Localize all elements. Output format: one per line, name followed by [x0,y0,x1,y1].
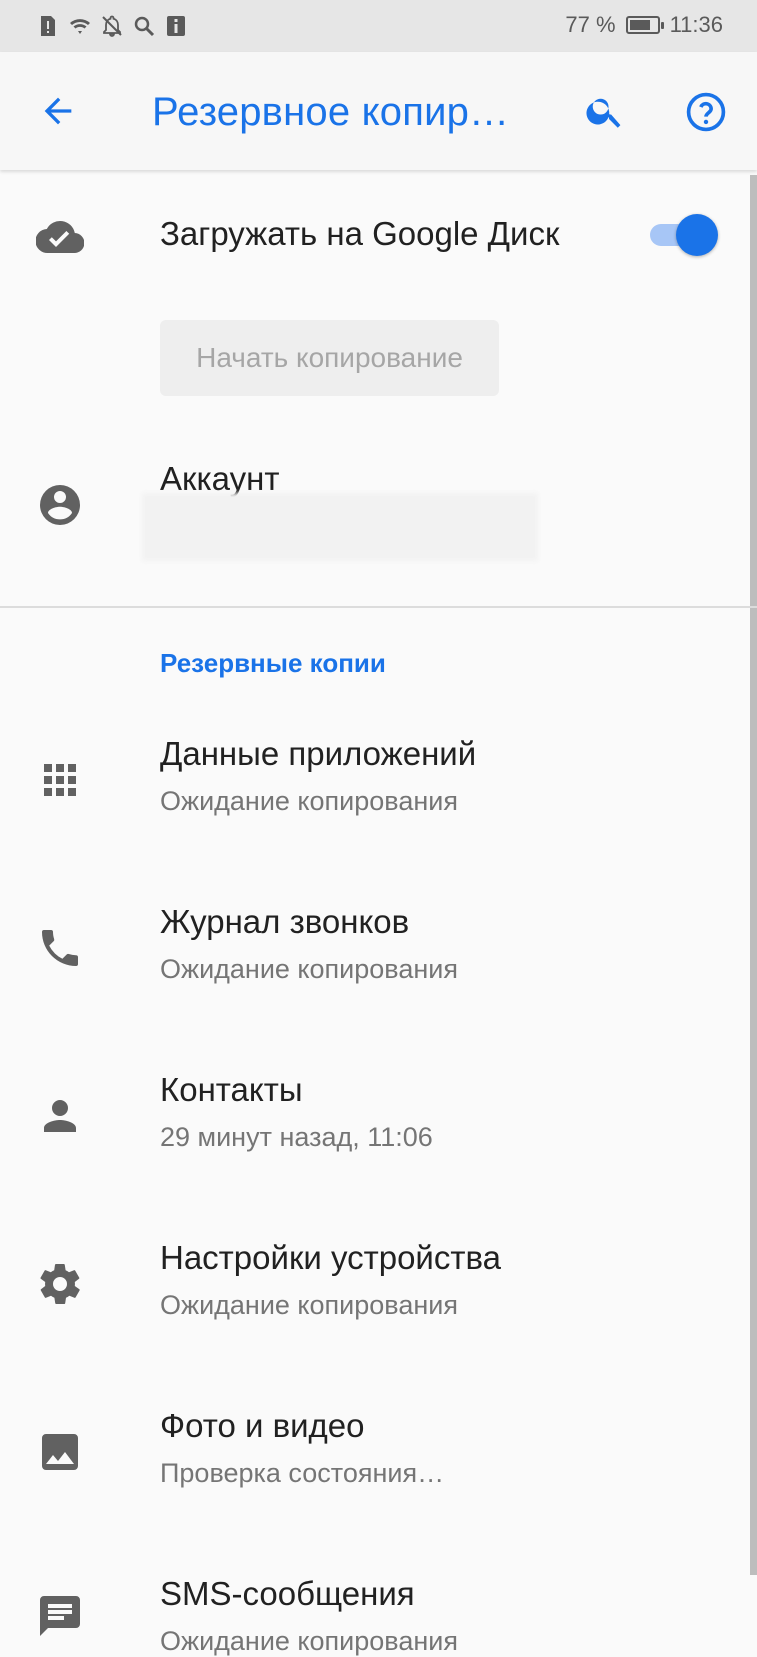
cloud-done-icon [36,213,84,261]
message-icon [36,1592,84,1640]
notifications-off-icon [102,15,122,37]
battery-level [629,20,650,30]
status-bar: 77 % 11:36 [0,0,757,52]
list-item-title: Фото и видео [160,1407,365,1444]
status-icons [36,14,188,38]
app-bar: Резервное копир… [0,52,757,170]
upload-to-drive-label: Загружать на Google Диск [160,215,560,252]
info-icon [167,16,185,36]
list-item-title: Настройки устройства [160,1239,501,1276]
backups-section-header: Резервные копии [160,648,386,678]
list-item-subtitle: Ожидание копирования [160,954,458,984]
toggle-thumb [676,214,718,256]
list-item-title: Журнал звонков [160,903,410,940]
status-right: 77 % 11:36 [565,12,723,38]
list-item-subtitle: Ожидание копирования [160,1626,458,1656]
account-email-redacted [142,493,538,561]
search-icon [134,16,155,37]
apps-grid-icon [36,756,84,804]
wifi-icon [70,19,90,34]
account-circle-icon [36,481,84,529]
list-item-title: Данные приложений [160,735,477,772]
scrollbar[interactable] [750,175,757,1575]
battery-icon [625,16,664,34]
phone-icon [36,924,84,972]
page-title: Резервное копир… [152,90,510,134]
battery-percent: 77 % [565,12,616,37]
person-icon [36,1092,84,1140]
image-icon [36,1428,84,1476]
status-time: 11:36 [669,12,723,37]
back-arrow-icon[interactable] [38,91,78,131]
list-item-subtitle: 29 минут назад, 11:06 [160,1122,433,1152]
list-item-title: Контакты [160,1071,303,1108]
upload-toggle[interactable] [648,212,718,256]
help-icon[interactable] [684,90,728,134]
search-icon[interactable] [584,90,626,132]
list-item-subtitle: Проверка состояния… [160,1458,445,1488]
section-divider [0,606,757,608]
list-item-title: SMS-сообщения [160,1575,415,1612]
list-item-subtitle: Ожидание копирования [160,786,458,816]
start-backup-button[interactable]: Начать копирование [160,320,499,396]
list-item-subtitle: Ожидание копирования [160,1290,458,1320]
settings-gear-icon [36,1260,84,1308]
alert-icon [41,16,55,36]
